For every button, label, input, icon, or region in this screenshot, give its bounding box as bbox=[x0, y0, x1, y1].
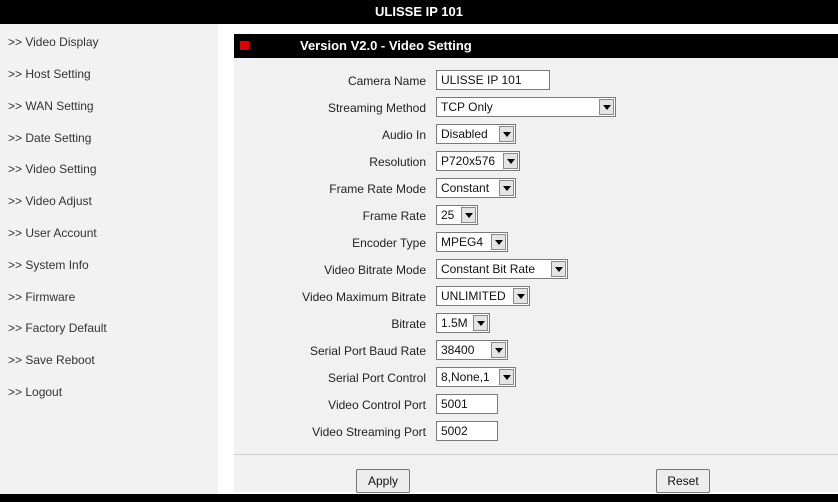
sidebar-item-date-setting[interactable]: >> Date Setting bbox=[8, 131, 91, 145]
video-bitrate-mode-row: Video Bitrate Mode Constant Bit Rate bbox=[234, 259, 838, 281]
serial-control-label: Serial Port Control bbox=[327, 371, 426, 385]
video-max-bitrate-select[interactable]: UNLIMITED bbox=[436, 286, 530, 306]
panel-title: Version V2.0 - Video Setting bbox=[300, 38, 472, 53]
video-max-bitrate-label: Video Maximum Bitrate bbox=[302, 290, 426, 304]
sidebar-item-video-setting[interactable]: >> Video Setting bbox=[8, 162, 97, 176]
sidebar-item-system-info[interactable]: >> System Info bbox=[8, 258, 89, 272]
bottom-bar bbox=[0, 494, 838, 502]
audio-in-select[interactable]: Disabled bbox=[436, 124, 516, 144]
camera-name-input[interactable]: ULISSE IP 101 bbox=[436, 70, 550, 90]
main-content: Version V2.0 - Video Setting Camera Name… bbox=[218, 24, 838, 502]
bitrate-label: Bitrate bbox=[391, 317, 426, 331]
app-title: ULISSE IP 101 bbox=[375, 4, 463, 19]
frame-rate-row: Frame Rate 25 bbox=[234, 205, 838, 227]
reset-button[interactable]: Reset bbox=[656, 469, 710, 493]
camera-name-row: Camera Name ULISSE IP 101 bbox=[234, 70, 838, 92]
chevron-down-icon bbox=[513, 288, 528, 304]
sidebar-item-firmware[interactable]: >> Firmware bbox=[8, 290, 75, 304]
serial-control-select[interactable]: 8,None,1 bbox=[436, 367, 516, 387]
frame-rate-mode-row: Frame Rate Mode Constant bbox=[234, 178, 838, 200]
audio-in-label: Audio In bbox=[381, 128, 426, 142]
chevron-down-icon bbox=[503, 153, 518, 169]
sidebar-item-save-reboot[interactable]: >> Save Reboot bbox=[8, 353, 95, 367]
video-bitrate-mode-value: Constant Bit Rate bbox=[441, 262, 536, 276]
red-square-icon bbox=[240, 41, 249, 50]
video-control-port-label: Video Control Port bbox=[328, 398, 426, 412]
sidebar-item-wan-setting[interactable]: >> WAN Setting bbox=[8, 99, 94, 113]
serial-baud-value: 38400 bbox=[441, 343, 475, 357]
chevron-down-icon bbox=[551, 261, 566, 277]
audio-in-row: Audio In Disabled bbox=[234, 124, 838, 146]
video-streaming-port-input[interactable]: 5002 bbox=[436, 421, 498, 441]
bitrate-select[interactable]: 1.5M bbox=[436, 313, 490, 333]
streaming-method-row: Streaming Method TCP Only bbox=[234, 97, 838, 119]
camera-name-label: Camera Name bbox=[347, 74, 426, 88]
sidebar-nav: >> Video Display >> Host Setting >> WAN … bbox=[0, 24, 218, 502]
encoder-type-value: MPEG4 bbox=[441, 235, 484, 249]
video-streaming-port-row: Video Streaming Port 5002 bbox=[234, 421, 838, 443]
apply-button[interactable]: Apply bbox=[356, 469, 410, 493]
panel-title-bar: Version V2.0 - Video Setting bbox=[234, 34, 838, 58]
sidebar-item-host-setting[interactable]: >> Host Setting bbox=[8, 67, 91, 81]
chevron-down-icon bbox=[491, 234, 506, 250]
video-bitrate-mode-label: Video Bitrate Mode bbox=[324, 263, 426, 277]
chevron-down-icon bbox=[599, 99, 614, 115]
bitrate-row: Bitrate 1.5M bbox=[234, 313, 838, 335]
sidebar-item-video-adjust[interactable]: >> Video Adjust bbox=[8, 194, 92, 208]
video-control-port-row: Video Control Port 5001 bbox=[234, 394, 838, 416]
serial-baud-select[interactable]: 38400 bbox=[436, 340, 508, 360]
form-divider bbox=[234, 454, 838, 455]
serial-baud-label: Serial Port Baud Rate bbox=[309, 344, 426, 358]
frame-rate-mode-label: Frame Rate Mode bbox=[329, 182, 426, 196]
sidebar-item-logout[interactable]: >> Logout bbox=[8, 385, 62, 399]
frame-rate-select[interactable]: 25 bbox=[436, 205, 478, 225]
video-bitrate-mode-select[interactable]: Constant Bit Rate bbox=[436, 259, 568, 279]
frame-rate-mode-value: Constant bbox=[441, 181, 490, 195]
resolution-value: P720x576 bbox=[441, 154, 496, 168]
sidebar-item-factory-default[interactable]: >> Factory Default bbox=[8, 321, 107, 335]
streaming-method-value: TCP Only bbox=[441, 100, 493, 114]
frame-rate-mode-select[interactable]: Constant bbox=[436, 178, 516, 198]
audio-in-value: Disabled bbox=[441, 127, 488, 141]
encoder-type-label: Encoder Type bbox=[352, 236, 426, 250]
streaming-method-select[interactable]: TCP Only bbox=[436, 97, 616, 117]
encoder-type-row: Encoder Type MPEG4 bbox=[234, 232, 838, 254]
sidebar-item-user-account[interactable]: >> User Account bbox=[8, 226, 97, 240]
settings-panel: Version V2.0 - Video Setting Camera Name… bbox=[234, 34, 838, 493]
video-max-bitrate-row: Video Maximum Bitrate UNLIMITED bbox=[234, 286, 838, 308]
app-title-bar: ULISSE IP 101 bbox=[0, 0, 838, 24]
chevron-down-icon bbox=[499, 369, 514, 385]
bitrate-value: 1.5M bbox=[441, 316, 468, 330]
resolution-select[interactable]: P720x576 bbox=[436, 151, 520, 171]
serial-control-value: 8,None,1 bbox=[441, 370, 490, 384]
resolution-row: Resolution P720x576 bbox=[234, 151, 838, 173]
serial-control-row: Serial Port Control 8,None,1 bbox=[234, 367, 838, 389]
frame-rate-value: 25 bbox=[441, 208, 455, 222]
video-streaming-port-label: Video Streaming Port bbox=[312, 425, 426, 439]
chevron-down-icon bbox=[491, 342, 506, 358]
video-control-port-input[interactable]: 5001 bbox=[436, 394, 498, 414]
streaming-method-label: Streaming Method bbox=[327, 101, 426, 115]
frame-rate-label: Frame Rate bbox=[362, 209, 426, 223]
serial-baud-row: Serial Port Baud Rate 38400 bbox=[234, 340, 838, 362]
chevron-down-icon bbox=[499, 180, 514, 196]
chevron-down-icon bbox=[461, 207, 476, 223]
encoder-type-select[interactable]: MPEG4 bbox=[436, 232, 508, 252]
chevron-down-icon bbox=[473, 315, 488, 331]
resolution-label: Resolution bbox=[369, 155, 426, 169]
sidebar-item-video-display[interactable]: >> Video Display bbox=[8, 35, 99, 49]
video-max-bitrate-value: UNLIMITED bbox=[441, 289, 506, 303]
chevron-down-icon bbox=[499, 126, 514, 142]
